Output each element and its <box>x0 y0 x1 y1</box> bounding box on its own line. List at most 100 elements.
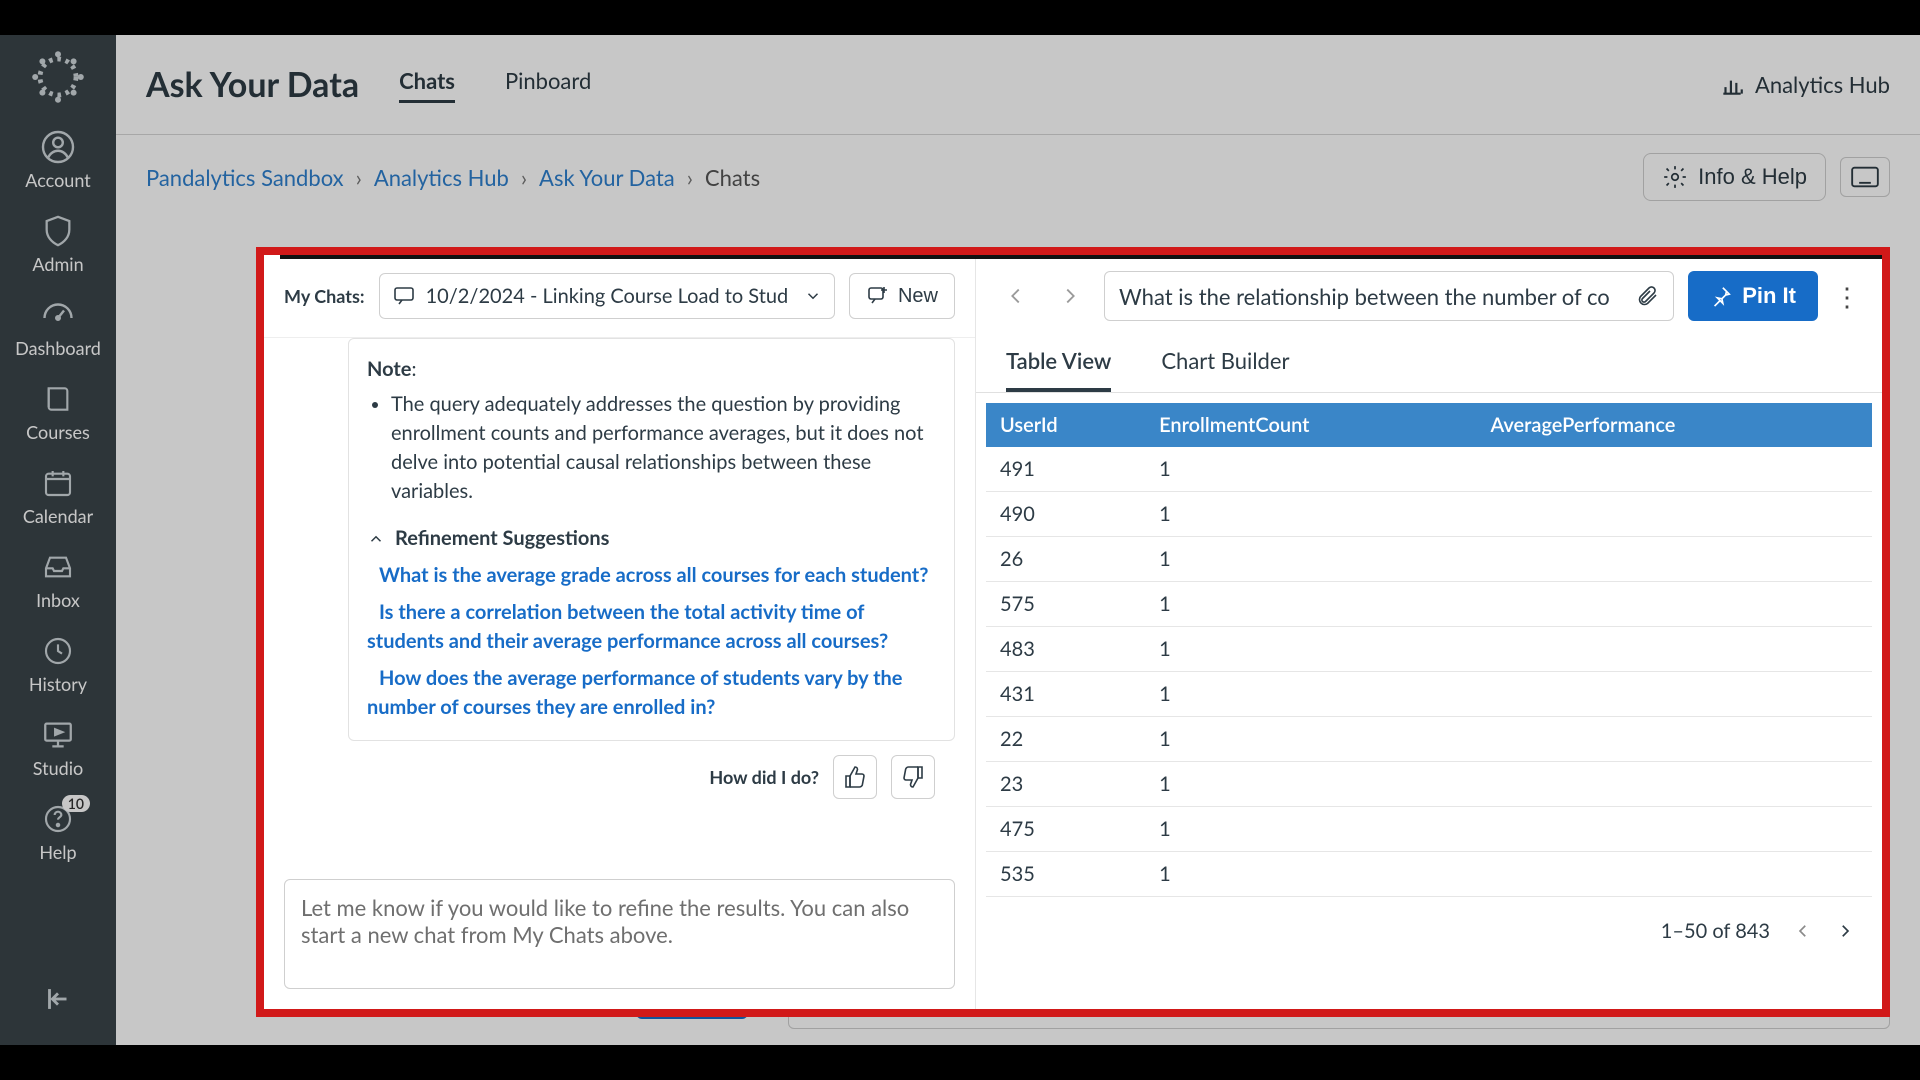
feedback-row: How did I do? <box>348 741 955 799</box>
nav-inbox[interactable]: Inbox <box>0 543 116 617</box>
keyboard-button[interactable] <box>1840 157 1890 197</box>
refinement-link-1[interactable]: What is the average grade across all cou… <box>367 561 936 590</box>
refinement-heading-row[interactable]: Refinement Suggestions <box>367 524 936 553</box>
cell-enrollmentcount: 1 <box>1145 537 1476 582</box>
crumb-ask[interactable]: Ask Your Data <box>539 164 675 191</box>
analytics-hub-link[interactable]: Analytics Hub <box>1719 71 1890 98</box>
cell-averageperformance <box>1477 672 1873 717</box>
nav-label: Help <box>39 841 76 863</box>
main: Ask Your Data Chats Pinboard Analytics H… <box>116 35 1920 1045</box>
tab-pinboard[interactable]: Pinboard <box>505 67 591 103</box>
nav-help[interactable]: 10 Help <box>0 795 116 869</box>
mychats-bar: My Chats: 10/2/2024 - Linking Course Loa… <box>264 255 975 338</box>
nav-courses[interactable]: Courses <box>0 375 116 449</box>
cell-userid: 23 <box>986 762 1145 807</box>
crumb-hub[interactable]: Analytics Hub <box>374 164 509 191</box>
table-row[interactable]: 4911 <box>986 447 1872 492</box>
col-userid[interactable]: UserId <box>986 403 1145 447</box>
pager-next-button[interactable] <box>1836 922 1854 940</box>
cell-userid: 535 <box>986 852 1145 897</box>
cell-userid: 26 <box>986 537 1145 582</box>
refinement-heading: Refinement Suggestions <box>395 524 609 553</box>
cell-userid: 575 <box>986 582 1145 627</box>
cell-enrollmentcount: 1 <box>1145 852 1476 897</box>
chevron-up-icon <box>367 530 385 548</box>
note-body: The query adequately addresses the quest… <box>391 390 936 506</box>
topbar: Ask Your Data Chats Pinboard Analytics H… <box>116 35 1920 135</box>
refinement-link-2[interactable]: Is there a correlation between the total… <box>367 598 936 656</box>
cell-enrollmentcount: 1 <box>1145 447 1476 492</box>
nav-account[interactable]: Account <box>0 123 116 197</box>
table-row[interactable]: 261 <box>986 537 1872 582</box>
book-icon <box>40 381 76 417</box>
table-row[interactable]: 4311 <box>986 672 1872 717</box>
cell-averageperformance <box>1477 582 1873 627</box>
table-row[interactable]: 4831 <box>986 627 1872 672</box>
pin-label: Pin It <box>1742 283 1796 309</box>
shield-icon <box>40 213 76 249</box>
cell-userid: 22 <box>986 717 1145 762</box>
nav-history[interactable]: History <box>0 627 116 701</box>
query-text: What is the relationship between the num… <box>1119 283 1623 310</box>
table-row[interactable]: 5751 <box>986 582 1872 627</box>
paperclip-icon[interactable] <box>1635 284 1659 308</box>
col-avgperf[interactable]: AveragePerformance <box>1477 403 1873 447</box>
table-row[interactable]: 231 <box>986 762 1872 807</box>
info-help-button[interactable]: Info & Help <box>1643 153 1826 201</box>
note-heading: Note <box>367 357 411 381</box>
table-row[interactable]: 221 <box>986 717 1872 762</box>
col-enrollment[interactable]: EnrollmentCount <box>1145 403 1476 447</box>
collapse-left-icon <box>40 981 76 1017</box>
chat-selector[interactable]: 10/2/2024 - Linking Course Load to Stud <box>379 273 835 319</box>
table-row[interactable]: 5351 <box>986 852 1872 897</box>
new-chat-icon <box>866 284 890 308</box>
clock-icon <box>40 633 76 669</box>
feedback-label: How did I do? <box>709 766 819 788</box>
pin-icon <box>1710 285 1732 307</box>
assistant-bubble: Note: The query adequately addresses the… <box>348 338 955 741</box>
query-input[interactable]: What is the relationship between the num… <box>1104 271 1674 321</box>
cell-userid: 475 <box>986 807 1145 852</box>
cell-averageperformance <box>1477 762 1873 807</box>
thumbs-down-button[interactable] <box>891 755 935 799</box>
refinement-link-3[interactable]: How does the average performance of stud… <box>367 664 936 722</box>
nav-admin[interactable]: Admin <box>0 207 116 281</box>
history-prev-button[interactable] <box>996 276 1036 316</box>
cell-enrollmentcount: 1 <box>1145 492 1476 537</box>
keyboard-icon <box>1851 166 1879 188</box>
nav-collapse[interactable] <box>0 975 116 1023</box>
cell-userid: 431 <box>986 672 1145 717</box>
crumb-sandbox[interactable]: Pandalytics Sandbox <box>146 164 344 191</box>
chat-selected-text: 10/2/2024 - Linking Course Load to Stud <box>426 284 794 308</box>
user-circle-icon <box>40 129 76 165</box>
chevron-right-icon: › <box>521 164 527 191</box>
thumbs-down-icon <box>901 765 925 789</box>
table-row[interactable]: 4751 <box>986 807 1872 852</box>
pin-it-button[interactable]: Pin It <box>1688 271 1818 321</box>
tab-table-view[interactable]: Table View <box>1006 347 1111 392</box>
monitor-play-icon <box>40 717 76 753</box>
pager-prev-button[interactable] <box>1794 922 1812 940</box>
cell-averageperformance <box>1477 717 1873 762</box>
nav-label: Courses <box>26 421 90 443</box>
results-column: What is the relationship between the num… <box>976 255 1882 1009</box>
nav-label: Calendar <box>23 505 93 527</box>
nav-studio[interactable]: Studio <box>0 711 116 785</box>
nav-calendar[interactable]: Calendar <box>0 459 116 533</box>
tab-chart-builder[interactable]: Chart Builder <box>1161 347 1289 392</box>
history-next-button[interactable] <box>1050 276 1090 316</box>
table-row[interactable]: 4901 <box>986 492 1872 537</box>
nav-label: Admin <box>32 253 83 275</box>
new-chat-label: New <box>898 285 938 308</box>
thumbs-up-button[interactable] <box>833 755 877 799</box>
breadcrumb: Pandalytics Sandbox › Analytics Hub › As… <box>146 164 760 191</box>
more-menu-button[interactable]: ⋮ <box>1832 271 1862 321</box>
view-tabs: Table View Chart Builder <box>976 337 1882 393</box>
cell-enrollmentcount: 1 <box>1145 672 1476 717</box>
new-chat-button[interactable]: New <box>849 273 955 319</box>
chat-input[interactable]: Let me know if you would like to refine … <box>284 879 955 989</box>
nav-dashboard[interactable]: Dashboard <box>0 291 116 365</box>
chevron-right-icon: › <box>687 164 693 191</box>
mychats-label: My Chats: <box>284 285 365 307</box>
tab-chats[interactable]: Chats <box>399 67 455 103</box>
